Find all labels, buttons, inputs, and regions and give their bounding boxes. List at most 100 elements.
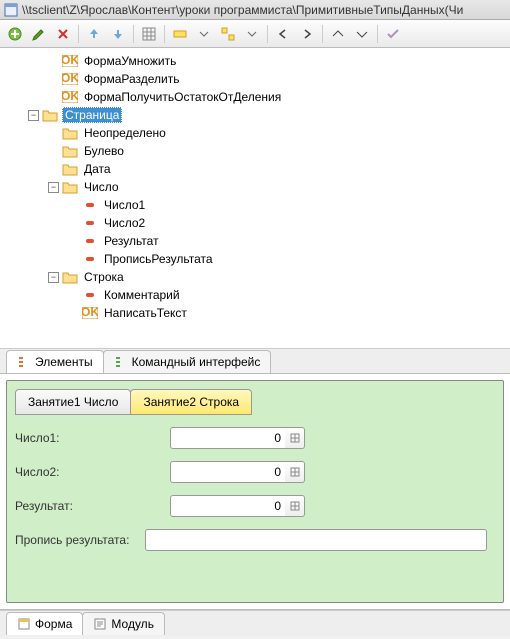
tree-node-label: ФормаПолучитьОстатокОтДеления <box>82 90 283 104</box>
tab-form[interactable]: Форма <box>6 612 83 635</box>
titlebar: \\tsclient\Z\Ярослав\Контент\уроки прогр… <box>0 0 510 20</box>
tab-elements[interactable]: Элементы <box>6 350 104 373</box>
tree-node[interactable]: Результат <box>0 232 510 250</box>
tree-node[interactable]: Дата <box>0 160 510 178</box>
preview-wrap: Занятие1 Число Занятие2 Строка Число1: Ч… <box>0 374 510 610</box>
tree-node[interactable]: Комментарий <box>0 286 510 304</box>
folder-icon <box>62 162 78 176</box>
twisty-blank <box>68 308 79 319</box>
form-row: Результат: <box>15 495 495 517</box>
ok-icon: OK <box>62 72 78 86</box>
separator <box>377 25 378 43</box>
folder-icon <box>62 126 78 140</box>
tree-pane[interactable]: OKФормаУмножить OK ФормаРазделить OK ФормаПо… <box>0 48 510 348</box>
twisty-blank <box>48 74 59 85</box>
attr-icon <box>82 216 98 230</box>
window-icon <box>4 3 18 17</box>
check-icon[interactable] <box>382 23 404 45</box>
tree-node[interactable]: − Строка <box>0 268 510 286</box>
twisty-blank <box>68 254 79 265</box>
titlebar-path: \\tsclient\Z\Ярослав\Контент\уроки прогр… <box>22 3 463 17</box>
spinner-button[interactable] <box>285 495 305 517</box>
yellow-box-icon[interactable] <box>169 23 191 45</box>
tab-label: Командный интерфейс <box>132 355 261 369</box>
folder-icon <box>42 108 58 122</box>
tree-node[interactable]: OK ФормаПолучитьОстатокОтДеления <box>0 88 510 106</box>
folder-icon <box>62 144 78 158</box>
field-label: Число1: <box>15 431 170 445</box>
preview-tab-1[interactable]: Занятие1 Число <box>15 389 131 415</box>
form-row: Пропись результата: <box>15 529 495 551</box>
tree-node[interactable]: − Число <box>0 178 510 196</box>
yellow-boxes-icon[interactable] <box>217 23 239 45</box>
field-label: Пропись результата: <box>15 533 145 547</box>
tree-node-label: ФормаРазделить <box>82 72 182 86</box>
undo-icon[interactable] <box>272 23 294 45</box>
collapse-icon[interactable] <box>351 23 373 45</box>
spinner-button[interactable] <box>285 461 305 483</box>
bottom-tabs: Форма Модуль <box>0 610 510 636</box>
collapse-icon[interactable]: − <box>48 272 59 283</box>
attr-icon <box>82 234 98 248</box>
form-row: Число1: <box>15 427 495 449</box>
twisty-blank <box>68 236 79 247</box>
toolbar <box>0 20 510 48</box>
tree-node-label: Число2 <box>102 216 147 230</box>
preview-tab-2[interactable]: Занятие2 Строка <box>130 389 252 415</box>
elements-icon <box>17 355 31 369</box>
number1-input[interactable] <box>170 427 288 449</box>
twisty-blank <box>68 290 79 301</box>
tree-node-label: Комментарий <box>102 288 182 302</box>
move-down-button[interactable] <box>107 23 129 45</box>
result-text-input[interactable] <box>145 529 487 551</box>
tree-node-label: Строка <box>82 270 126 284</box>
field-label: Результат: <box>15 499 170 513</box>
tree-node-label: НаписатьТекст <box>102 306 189 320</box>
result-input[interactable] <box>170 495 288 517</box>
ok-icon: OK <box>62 90 78 104</box>
collapse-icon[interactable]: − <box>28 110 39 121</box>
tree-node-label: Число1 <box>102 198 147 212</box>
tree-node[interactable]: Число1 <box>0 196 510 214</box>
spinner-button[interactable] <box>285 427 305 449</box>
field-label: Число2: <box>15 465 170 479</box>
twisty-blank <box>68 218 79 229</box>
tab-label: Форма <box>35 617 72 631</box>
tree-node[interactable]: ПрописьРезультата <box>0 250 510 268</box>
redo-icon[interactable] <box>296 23 318 45</box>
tab-label: Элементы <box>35 355 93 369</box>
separator <box>267 25 268 43</box>
tree-node[interactable]: Неопределено <box>0 124 510 142</box>
tab-module[interactable]: Модуль <box>82 612 165 635</box>
move-up-button[interactable] <box>83 23 105 45</box>
grid-icon[interactable] <box>138 23 160 45</box>
tree-node-label: Страница <box>62 107 122 123</box>
folder-icon <box>62 180 78 194</box>
tree-node[interactable]: Число2 <box>0 214 510 232</box>
edit-button[interactable] <box>28 23 50 45</box>
svg-text:OK: OK <box>62 91 78 103</box>
expand-icon[interactable] <box>327 23 349 45</box>
tree-node[interactable]: Булево <box>0 142 510 160</box>
tab-command-interface[interactable]: Командный интерфейс <box>103 350 272 373</box>
tree-node-label: Число <box>82 180 121 194</box>
dropdown-icon[interactable] <box>241 23 263 45</box>
add-button[interactable] <box>4 23 26 45</box>
mid-tabs: Элементы Командный интерфейс <box>0 348 510 374</box>
attr-icon <box>82 198 98 212</box>
tree-node-label: ПрописьРезультата <box>102 252 215 266</box>
tree-node[interactable]: OK ФормаРазделить <box>0 70 510 88</box>
command-icon <box>114 355 128 369</box>
svg-text:OK: OK <box>82 307 98 319</box>
tree-node[interactable]: OK НаписатьТекст <box>0 304 510 322</box>
preview-tabs: Занятие1 Число Занятие2 Строка <box>7 381 503 415</box>
separator <box>78 25 79 43</box>
tree-node[interactable]: − Страница <box>0 106 510 124</box>
collapse-icon[interactable]: − <box>48 182 59 193</box>
folder-icon <box>62 270 78 284</box>
tree-node[interactable]: OKФормаУмножить <box>0 52 510 70</box>
attr-icon <box>82 288 98 302</box>
dropdown-icon[interactable] <box>193 23 215 45</box>
delete-button[interactable] <box>52 23 74 45</box>
number2-input[interactable] <box>170 461 288 483</box>
